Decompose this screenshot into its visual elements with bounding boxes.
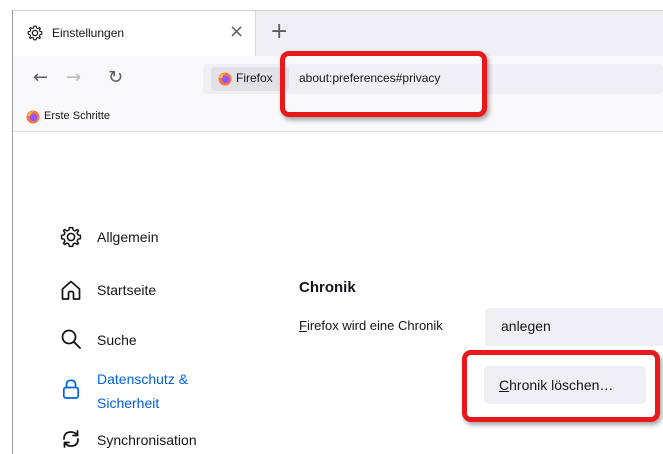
bookmark-erste-schritte[interactable]: Erste Schritte xyxy=(44,110,110,122)
history-mode-label-text: irefox wird eine Chronik xyxy=(306,318,443,333)
back-button[interactable]: ← xyxy=(33,68,48,88)
sync-icon xyxy=(63,430,79,448)
tab-settings[interactable]: Einstellungen × xyxy=(13,11,256,57)
gear-icon xyxy=(60,226,82,248)
access-key: F xyxy=(299,318,307,333)
close-icon[interactable]: × xyxy=(229,22,244,42)
url-text[interactable]: about:preferences#privacy xyxy=(299,71,440,85)
nav-bar: ← → ↻ Firefox about:preferences#privacy xyxy=(13,56,663,102)
sidebar-item-label: Sicherheit xyxy=(97,395,160,411)
history-title: Chronik xyxy=(299,279,356,296)
sidebar-item-label: Allgemein xyxy=(97,229,159,245)
access-key: C xyxy=(499,377,510,393)
browser-window: Einstellungen × + ← → ↻ Firefox about:pr… xyxy=(0,0,663,454)
forward-button[interactable]: → xyxy=(66,68,81,88)
sidebar-item-label: Synchronisation xyxy=(97,432,197,448)
bookmarks-bar: Erste Schritte xyxy=(13,102,663,132)
firefox-logo-icon xyxy=(26,110,40,124)
identity-label: Firefox xyxy=(236,71,273,85)
firefox-logo-icon xyxy=(218,72,232,86)
home-icon xyxy=(61,280,81,300)
clear-history-button-label: Chronik löschen… xyxy=(499,377,613,393)
gear-icon xyxy=(27,25,43,41)
reload-button[interactable]: ↻ xyxy=(108,68,123,88)
sidebar-item-label: Suche xyxy=(97,332,137,348)
history-mode-label: Firefox wird eine Chronik xyxy=(299,318,443,333)
tab-strip: Einstellungen × + xyxy=(13,10,663,57)
clear-history-button-text: hronik löschen… xyxy=(509,377,614,393)
sidebar-item-label: Datenschutz & xyxy=(97,371,189,387)
sidebar-item-label: Startseite xyxy=(97,282,157,298)
new-tab-button[interactable]: + xyxy=(270,20,288,44)
search-icon xyxy=(61,329,81,349)
history-mode-value: anlegen xyxy=(501,318,551,334)
lock-icon xyxy=(62,379,80,399)
tab-title: Einstellungen xyxy=(52,26,125,40)
